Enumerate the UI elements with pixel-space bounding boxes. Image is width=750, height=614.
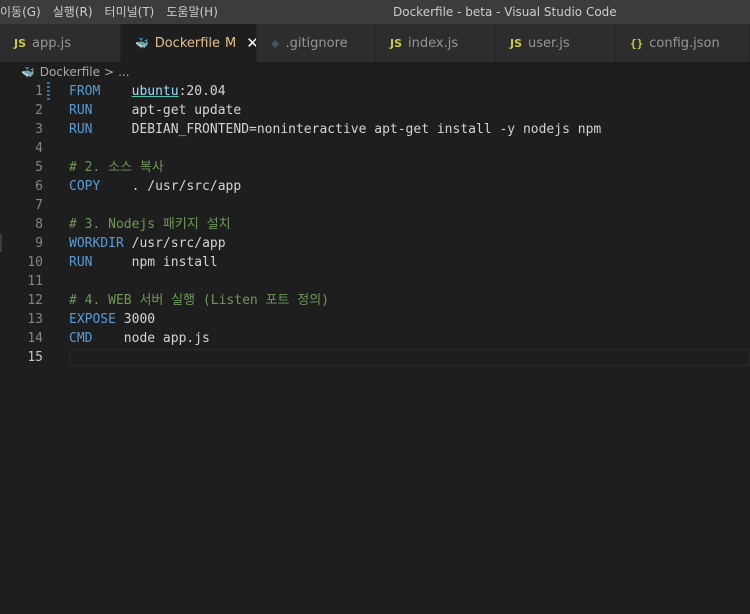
code-text: WORKDIR /usr/src/app <box>69 234 226 253</box>
json-icon: {} <box>630 36 644 50</box>
modified-indicator: M <box>225 35 237 51</box>
keyword-token: WORKDIR <box>69 236 124 251</box>
code-token: /usr/src/app <box>123 236 226 251</box>
code-text: FROM ubuntu:20.04 <box>69 82 226 101</box>
git-icon: ◆ <box>271 36 280 50</box>
code-text: # 3. Nodejs 패키지 설치 <box>69 215 231 234</box>
code-line[interactable]: 4 <box>0 139 750 158</box>
line-number: 11 <box>27 274 43 289</box>
line-number: 13 <box>27 312 43 327</box>
code-line[interactable]: 5 # 2. 소스 복사 <box>0 158 750 177</box>
code-line[interactable]: 1 FROM ubuntu:20.04 <box>0 82 750 101</box>
line-number: 14 <box>27 331 43 346</box>
code-line[interactable]: 11 <box>0 272 750 291</box>
code-line[interactable]: 6 COPY . /usr/src/app <box>0 177 750 196</box>
code-text: RUN DEBIAN_FRONTEND=noninteractive apt-g… <box>69 120 601 139</box>
line-number: 10 <box>27 255 43 270</box>
close-icon[interactable]: ✕ <box>246 34 256 52</box>
line-number: 7 <box>35 198 43 213</box>
tab-dockerfile[interactable]: 🐳 Dockerfile M ✕ <box>121 24 257 62</box>
keyword-token: RUN <box>69 255 93 270</box>
breadcrumb: 🐳 Dockerfile > ... <box>0 62 750 82</box>
line-number: 3 <box>35 122 43 137</box>
breadcrumb-file[interactable]: Dockerfile <box>40 65 100 79</box>
code-token: :20.04 <box>178 84 226 99</box>
menu-bar: 이동(G) 실행(R) 터미널(T) 도움말(H) <box>0 0 226 24</box>
line-number: 8 <box>35 217 43 232</box>
keyword-token: RUN <box>69 122 93 137</box>
tab-index-js[interactable]: JS index.js <box>376 24 496 62</box>
menu-go[interactable]: 이동(G) <box>0 0 49 24</box>
code-line[interactable]: 13 EXPOSE 3000 <box>0 310 750 329</box>
code-token: . /usr/src/app <box>100 179 242 194</box>
code-line[interactable]: 14 CMD node app.js <box>0 329 750 348</box>
keyword-token: EXPOSE <box>69 312 116 327</box>
tab-label: user.js <box>528 35 570 51</box>
docker-icon: 🐳 <box>21 65 35 79</box>
code-token: apt-get update <box>92 103 242 118</box>
tab-label: index.js <box>408 35 459 51</box>
code-token: 3000 <box>115 312 156 327</box>
tab-app-js[interactable]: JS app.js <box>0 24 121 62</box>
line-number: 1 <box>35 84 43 99</box>
window-title: Dockerfile - beta - Visual Studio Code <box>393 5 617 19</box>
keyword-token: COPY <box>69 179 101 194</box>
tab-label: Dockerfile <box>154 35 221 51</box>
code-line[interactable]: 3 RUN DEBIAN_FRONTEND=noninteractive apt-… <box>0 120 750 139</box>
tab-user-js[interactable]: JS user.js <box>496 24 616 62</box>
code-token: DEBIAN_FRONTEND=noninteractive apt-get i… <box>92 122 602 137</box>
comment-token: # 3. Nodejs 패키지 설치 <box>69 217 231 232</box>
code-text: # 2. 소스 복사 <box>69 158 164 177</box>
current-line-highlight <box>69 349 750 366</box>
code-text: # 4. WEB 서버 실행 (Listen 포트 정의) <box>69 291 329 310</box>
tab-label: .gitignore <box>285 35 348 51</box>
line-number: 2 <box>35 103 43 118</box>
breadcrumb-separator: > <box>104 65 115 79</box>
line-number: 15 <box>27 350 43 365</box>
menu-terminal[interactable]: 터미널(T) <box>101 0 163 24</box>
tab-bar: JS app.js 🐳 Dockerfile M ✕ ◆ .gitignore … <box>0 24 750 62</box>
code-text: EXPOSE 3000 <box>69 310 155 329</box>
code-text: RUN apt-get update <box>69 101 241 120</box>
code-line[interactable]: 15 <box>0 348 750 367</box>
code-editor[interactable]: 1 FROM ubuntu:20.04 2 RUN apt-get update 3 RU… <box>0 82 750 614</box>
js-icon: JS <box>14 36 27 50</box>
keyword-token: CMD <box>69 331 93 346</box>
js-icon: JS <box>390 36 403 50</box>
docker-icon: 🐳 <box>135 36 149 50</box>
line-number: 12 <box>27 293 43 308</box>
code-token: npm install <box>92 255 218 270</box>
git-change-marker <box>47 82 50 101</box>
keyword-token: FROM <box>69 84 101 99</box>
comment-token: # 4. WEB 서버 실행 (Listen 포트 정의) <box>69 293 330 308</box>
tab-gitignore[interactable]: ◆ .gitignore <box>257 24 376 62</box>
code-text: RUN npm install <box>69 253 218 272</box>
code-line[interactable]: 2 RUN apt-get update <box>0 101 750 120</box>
line-number: 4 <box>35 141 43 156</box>
line-number: 6 <box>35 179 43 194</box>
tab-label: app.js <box>32 35 72 51</box>
comment-token: # 2. 소스 복사 <box>69 160 164 175</box>
breadcrumb-more[interactable]: ... <box>118 65 129 79</box>
code-line[interactable]: 9 WORKDIR /usr/src/app <box>0 234 750 253</box>
code-line[interactable]: 12 # 4. WEB 서버 실행 (Listen 포트 정의) <box>0 291 750 310</box>
js-icon: JS <box>510 36 523 50</box>
title-bar: 이동(G) 실행(R) 터미널(T) 도움말(H) Dockerfile - b… <box>0 0 750 24</box>
keyword-token: RUN <box>69 103 93 118</box>
menu-help[interactable]: 도움말(H) <box>162 0 226 24</box>
code-text: COPY . /usr/src/app <box>69 177 241 196</box>
line-number: 5 <box>35 160 43 175</box>
code-text: CMD node app.js <box>69 329 210 348</box>
tab-config-json[interactable]: {} config.json <box>616 24 750 62</box>
code-line[interactable]: 7 <box>0 196 750 215</box>
link-token[interactable]: ubuntu <box>132 84 179 99</box>
code-line[interactable]: 10 RUN npm install <box>0 253 750 272</box>
line-number: 9 <box>35 236 43 251</box>
menu-run[interactable]: 실행(R) <box>49 0 101 24</box>
code-token: node app.js <box>92 331 210 346</box>
tab-label: config.json <box>649 35 720 51</box>
vscode-window: 이동(G) 실행(R) 터미널(T) 도움말(H) Dockerfile - b… <box>0 0 750 614</box>
code-line[interactable]: 8 # 3. Nodejs 패키지 설치 <box>0 215 750 234</box>
